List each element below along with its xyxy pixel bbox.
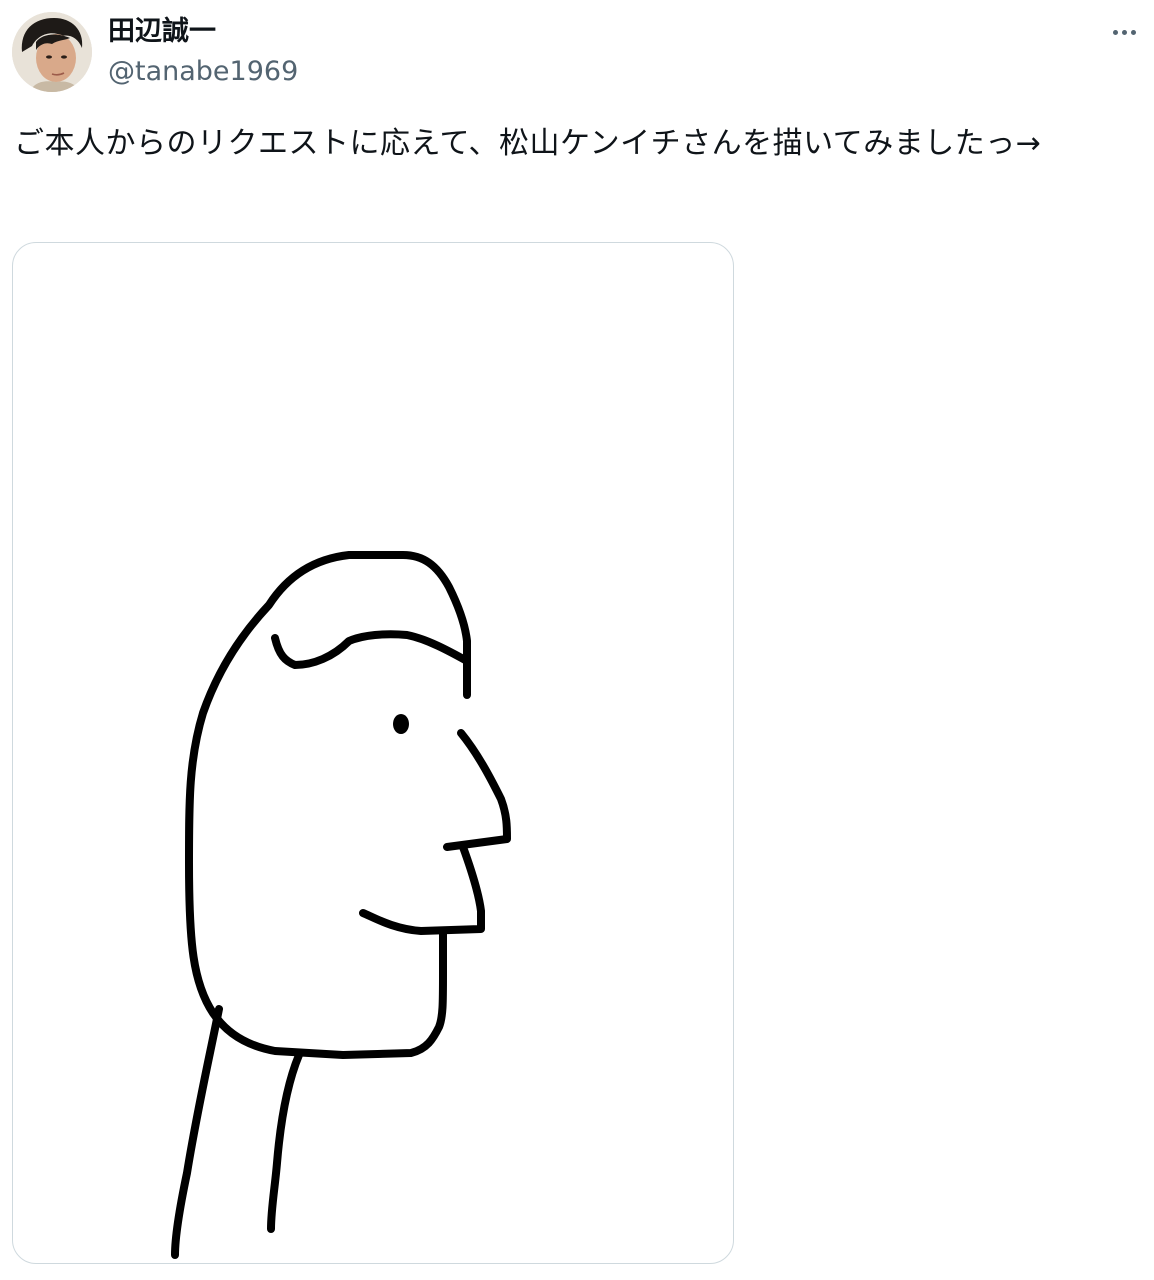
more-dot [1121,29,1127,35]
neck-right [267,1051,303,1233]
tweet-media-image[interactable] [12,242,734,1264]
more-dot [1112,29,1118,35]
neck-left [171,1005,223,1259]
mouth [359,843,485,935]
hair-line [271,630,471,669]
nose [443,729,511,851]
more-dot [1130,29,1136,35]
avatar[interactable] [12,12,92,92]
head-outline [185,551,471,1059]
author-handle[interactable]: @tanabe1969 [108,56,298,88]
avatar-photo [12,12,92,92]
eye [393,714,409,734]
more-options-icon[interactable] [1104,14,1144,50]
tweet-text: ご本人からのリクエストに応えて、松山ケンイチさんを描いてみましたっ→ [14,126,1042,161]
author-display-name[interactable]: 田辺誠一 [108,16,216,48]
face-drawing [171,551,511,1259]
tweet: 田辺誠一 @tanabe1969 ご本人からのリクエストに応えて、松山ケンイチさ… [0,0,1154,1280]
